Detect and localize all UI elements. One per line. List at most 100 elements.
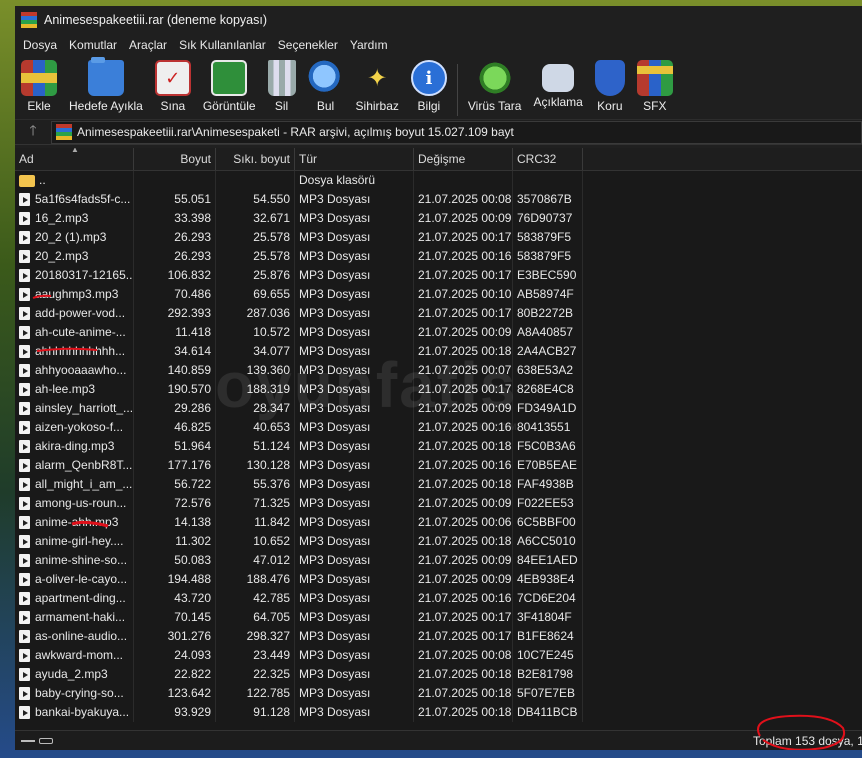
menu-secenekler[interactable]: Seçenekler: [272, 34, 344, 56]
table-row[interactable]: 16_2.mp3 33.398 32.671 MP3 Dosyası 21.07.202…: [15, 209, 862, 228]
cell-type: MP3 Dosyası: [295, 304, 414, 323]
table-row[interactable]: anime-ahh.mp3 14.138 11.842 MP3 Dosyası 21.0…: [15, 513, 862, 532]
cell-modified: 21.07.2025 00:09: [414, 399, 513, 418]
status-bar: Toplam 153 dosya, 15: [15, 730, 862, 750]
file-name: all_might_i_am_...: [35, 477, 133, 491]
table-row[interactable]: bankai-byakuya... 93.929 91.128 MP3 Dosyası…: [15, 703, 862, 722]
cell-modified: 21.07.2025 00:10: [414, 285, 513, 304]
col-type[interactable]: Tür: [295, 148, 414, 170]
file-name: 16_2.mp3: [35, 211, 89, 225]
col-packed[interactable]: Sıkı. boyut: [216, 148, 295, 170]
cell-crc: A6CC5010: [513, 532, 583, 551]
mp3-file-icon: [19, 288, 30, 301]
wizard-button[interactable]: ✦ Sihirbaz: [350, 60, 405, 114]
table-row[interactable]: add-power-vod... 292.393 287.036 MP3 Dosyas…: [15, 304, 862, 323]
cell-modified: 21.07.2025 00:08: [414, 190, 513, 209]
drive-icon[interactable]: [21, 739, 35, 742]
title-bar[interactable]: Animesespakeetiii.rar (deneme kopyası): [15, 6, 862, 34]
table-row[interactable]: anime-girl-hey.... 11.302 10.652 MP3 Dosyas…: [15, 532, 862, 551]
table-row[interactable]: armament-haki... 70.145 64.705 MP3 Dosyası 2…: [15, 608, 862, 627]
test-button[interactable]: ✓ Sına: [149, 60, 197, 113]
table-row[interactable]: a-oliver-le-cayo... 194.488 188.476 MP3 Dos…: [15, 570, 862, 589]
key-icon[interactable]: [39, 737, 53, 744]
delete-button[interactable]: Sil: [262, 60, 302, 113]
parent-folder-row[interactable]: .. Dosya klasörü: [15, 171, 862, 190]
table-row[interactable]: 20180317-12165... 106.832 25.876 MP3 Dosyas…: [15, 266, 862, 285]
col-crc[interactable]: CRC32: [513, 148, 583, 170]
protect-button[interactable]: Koru: [589, 60, 631, 113]
cell-size: 123.642: [134, 684, 216, 703]
table-row[interactable]: baby-crying-so... 123.642 122.785 MP3 Dosya…: [15, 684, 862, 703]
col-size[interactable]: Boyut: [134, 148, 216, 170]
table-row[interactable]: ayuda_2.mp3 22.822 22.325 MP3 Dosyası 21.07.…: [15, 665, 862, 684]
cell-modified: 21.07.2025 00:18: [414, 665, 513, 684]
cell-size: 11.302: [134, 532, 216, 551]
file-name: akira-ding.mp3: [35, 439, 115, 453]
view-button[interactable]: Görüntüle: [197, 60, 262, 113]
file-rows: .. Dosya klasörü 5a1f6s4fads5f-c... 55.051 5…: [15, 171, 862, 722]
cell-type: MP3 Dosyası: [295, 285, 414, 304]
info-button[interactable]: i Bilgi: [405, 60, 453, 113]
menu-yardim[interactable]: Yardım: [344, 34, 394, 56]
cell-type: MP3 Dosyası: [295, 589, 414, 608]
table-row[interactable]: ahhhhhhhhhhh... 34.614 34.077 MP3 Dosyası 21…: [15, 342, 862, 361]
table-row[interactable]: ah-lee.mp3 190.570 188.319 MP3 Dosyası 21.07…: [15, 380, 862, 399]
file-name: ahhyooaaawho...: [35, 363, 127, 377]
menu-araclar[interactable]: Araçlar: [123, 34, 173, 56]
menu-dosya[interactable]: Dosya: [17, 34, 63, 56]
cell-type: MP3 Dosyası: [295, 209, 414, 228]
cell-type: MP3 Dosyası: [295, 342, 414, 361]
wizard-wand-icon: ✦: [367, 64, 388, 92]
cell-packed: 188.476: [216, 570, 295, 589]
address-field[interactable]: Animesespakeetiii.rar\Animesespaketi - R…: [51, 120, 862, 144]
sfx-button[interactable]: SFX: [631, 60, 679, 113]
table-row[interactable]: ainsley_harriott_... 29.286 28.347 MP3 Dosy…: [15, 399, 862, 418]
table-row[interactable]: anime-shine-so... 50.083 47.012 MP3 Dosyası…: [15, 551, 862, 570]
table-row[interactable]: akira-ding.mp3 51.964 51.124 MP3 Dosyası 21.…: [15, 437, 862, 456]
cell-packed: 122.785: [216, 684, 295, 703]
table-row[interactable]: aaughmp3.mp3 70.486 69.655 MP3 Dosyası 21.07…: [15, 285, 862, 304]
add-button[interactable]: Ekle: [15, 60, 63, 113]
cell-packed: 188.319: [216, 380, 295, 399]
table-row[interactable]: 5a1f6s4fads5f-c... 55.051 54.550 MP3 Dosyas…: [15, 190, 862, 209]
table-row[interactable]: awkward-mom... 24.093 23.449 MP3 Dosyası 21.…: [15, 646, 862, 665]
cell-name: all_might_i_am_...: [15, 475, 134, 494]
up-arrow-icon[interactable]: 🡑: [15, 120, 51, 144]
table-row[interactable]: ahhyooaaawho... 140.859 139.360 MP3 Dosyası…: [15, 361, 862, 380]
table-row[interactable]: 20_2.mp3 26.293 25.578 MP3 Dosyası 21.07.202…: [15, 247, 862, 266]
file-name: ah-cute-anime-...: [35, 325, 126, 339]
cell-type: MP3 Dosyası: [295, 418, 414, 437]
extract-to-button[interactable]: Hedefe Ayıkla: [63, 57, 149, 113]
cell-type: MP3 Dosyası: [295, 380, 414, 399]
table-row[interactable]: apartment-ding... 43.720 42.785 MP3 Dosyası…: [15, 589, 862, 608]
cell-modified: 21.07.2025 00:09: [414, 323, 513, 342]
virus-scan-button[interactable]: Virüs Tara: [462, 60, 528, 113]
cell-type: MP3 Dosyası: [295, 266, 414, 285]
cell-type: MP3 Dosyası: [295, 247, 414, 266]
cell-modified: 21.07.2025 00:18: [414, 437, 513, 456]
cell-packed: 25.578: [216, 228, 295, 247]
table-row[interactable]: 20_2 (1).mp3 26.293 25.578 MP3 Dosyası 21.07…: [15, 228, 862, 247]
table-row[interactable]: among-us-roun... 72.576 71.325 MP3 Dosyası 2…: [15, 494, 862, 513]
table-row[interactable]: alarm_QenbR8T... 177.176 130.128 MP3 Dosyas…: [15, 456, 862, 475]
cell-type: MP3 Dosyası: [295, 551, 414, 570]
menu-sik-kullanilanlar[interactable]: Sık Kullanılanlar: [173, 34, 272, 56]
table-row[interactable]: all_might_i_am_... 56.722 55.376 MP3 Dosyas…: [15, 475, 862, 494]
sfx-box-icon: [636, 60, 673, 96]
mp3-file-icon: [19, 706, 30, 719]
cell-packed: 298.327: [216, 627, 295, 646]
mp3-file-icon: [19, 231, 30, 244]
comment-button[interactable]: Açıklama: [527, 60, 588, 109]
col-modified[interactable]: Değişme: [414, 148, 513, 170]
cell-crc: 80413551: [513, 418, 583, 437]
cell-modified: 21.07.2025 00:06: [414, 513, 513, 532]
cell-crc: 3570867B: [513, 190, 583, 209]
table-row[interactable]: ah-cute-anime-... 11.418 10.572 MP3 Dosyası…: [15, 323, 862, 342]
file-name: ayuda_2.mp3: [35, 667, 108, 681]
table-row[interactable]: as-online-audio... 301.276 298.327 MP3 Dosy…: [15, 627, 862, 646]
cell-crc: [513, 171, 583, 190]
menu-komutlar[interactable]: Komutlar: [63, 34, 123, 56]
file-name: a-oliver-le-cayo...: [35, 572, 128, 586]
find-button[interactable]: Bul: [302, 60, 350, 113]
table-row[interactable]: aizen-yokoso-f... 46.825 40.653 MP3 Dosyası…: [15, 418, 862, 437]
